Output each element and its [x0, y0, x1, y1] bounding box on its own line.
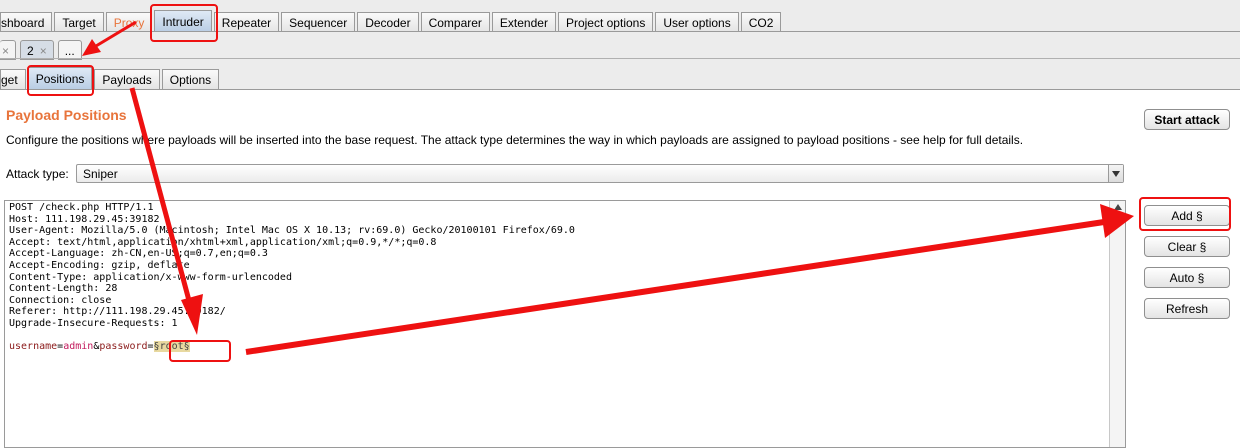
tab-repeater[interactable]: Repeater — [213, 12, 280, 32]
tab-dashboard[interactable]: shboard — [0, 12, 53, 32]
tab-co2[interactable]: CO2 — [740, 12, 782, 32]
intruder-sub-tab-bar: get Positions Payloads Options — [0, 65, 221, 89]
chevron-down-icon[interactable] — [1108, 165, 1123, 182]
request-line: POST /check.php HTTP/1.1 — [9, 202, 154, 213]
close-icon[interactable]: × — [40, 44, 47, 58]
request-line: User-Agent: Mozilla/5.0 (Macintosh; Inte… — [9, 225, 575, 237]
description-text: Configure the positions where payloads w… — [6, 133, 1024, 147]
tab-decoder[interactable]: Decoder — [357, 12, 419, 32]
attack-type-label: Attack type: — [6, 167, 69, 181]
tab-user-options[interactable]: User options — [655, 12, 739, 32]
tab-proxy[interactable]: Proxy — [105, 12, 153, 32]
vertical-scrollbar[interactable] — [1109, 201, 1125, 447]
tab-comparer[interactable]: Comparer — [420, 12, 490, 32]
attack-type-select[interactable]: Sniper — [76, 164, 1124, 183]
payload-marker[interactable]: §root§ — [153, 341, 190, 353]
request-line: Connection: close — [9, 294, 112, 306]
request-line: Upgrade-Insecure-Requests: 1 — [9, 317, 178, 329]
request-line: Accept-Language: zh-CN,en-US;q=0.7,en;q=… — [9, 248, 268, 260]
refresh-button[interactable]: Refresh — [1144, 298, 1230, 319]
equals: = — [147, 341, 154, 353]
request-text: POST /check.php HTTP/1.1 Host: 111.198.29… — [9, 202, 575, 353]
request-tab-2[interactable]: 2 × — [20, 40, 54, 60]
request-line: Content-Type: application/x-www-form-url… — [9, 271, 292, 283]
divider — [0, 31, 1240, 32]
request-line: Accept-Encoding: gzip, deflate — [9, 259, 190, 271]
request-line: Accept: text/html,application/xhtml+xml,… — [9, 236, 437, 248]
auto-markers-button[interactable]: Auto § — [1144, 267, 1230, 288]
tab-target[interactable]: Target — [54, 12, 104, 32]
attack-type-value: Sniper — [83, 167, 118, 181]
close-icon[interactable]: × — [2, 44, 9, 58]
tab-payloads[interactable]: Payloads — [94, 69, 160, 89]
request-tab-label: ... — [64, 44, 75, 58]
request-line: Content-Length: 28 — [9, 283, 118, 295]
clear-markers-button[interactable]: Clear § — [1144, 236, 1230, 257]
arrow-up-icon[interactable] — [1114, 204, 1122, 210]
add-marker-button[interactable]: Add § — [1144, 205, 1230, 226]
tab-project-options[interactable]: Project options — [557, 12, 654, 32]
tab-options[interactable]: Options — [161, 69, 220, 89]
request-line: Host: 111.198.29.45:39182 — [9, 213, 160, 225]
divider — [0, 58, 1240, 59]
new-request-tab-button[interactable]: ... — [57, 40, 82, 60]
tab-intruder[interactable]: Intruder — [154, 10, 212, 32]
param-name: username — [9, 341, 58, 353]
payload-positions-panel: Payload Positions Configure the position… — [0, 89, 1240, 448]
request-tab-label: 2 — [27, 44, 34, 58]
param-value: admin — [63, 341, 94, 353]
param-name: password — [99, 341, 148, 353]
request-tab-1[interactable]: × — [0, 40, 17, 60]
tab-positions[interactable]: Positions — [27, 67, 93, 89]
page-title: Payload Positions — [6, 107, 127, 123]
request-editor[interactable]: POST /check.php HTTP/1.1 Host: 111.198.29… — [4, 200, 1126, 448]
start-attack-button[interactable]: Start attack — [1144, 109, 1230, 130]
tab-target-sub[interactable]: get — [0, 69, 26, 89]
request-body-line: username=admin&password=§root§ — [9, 341, 575, 353]
tab-extender[interactable]: Extender — [491, 12, 556, 32]
main-tab-bar: shboard Target Proxy Intruder Repeater S… — [0, 8, 783, 32]
tab-sequencer[interactable]: Sequencer — [281, 12, 356, 32]
request-line: Referer: http://111.198.29.45:39182/ — [9, 306, 226, 318]
request-tab-bar: × 2 × ... — [0, 36, 86, 60]
